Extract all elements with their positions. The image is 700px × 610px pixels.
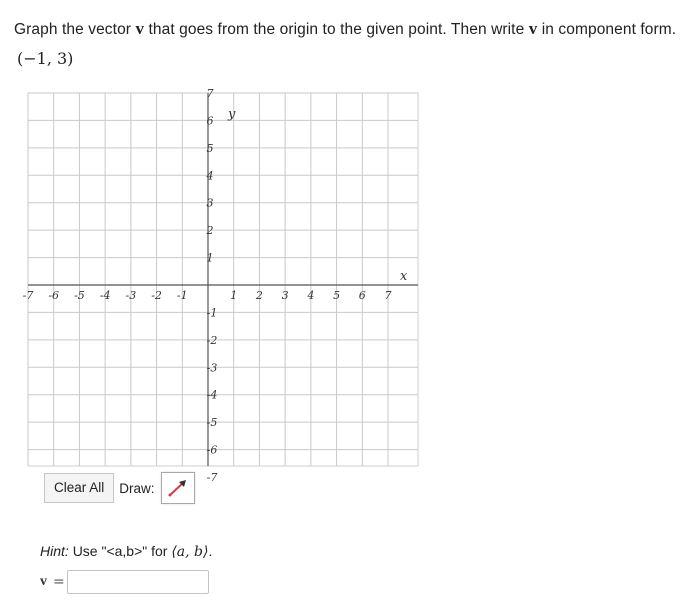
drawing-toolbar: Clear All Draw: [44, 472, 195, 504]
y-tick-label: -5 [207, 416, 218, 429]
y-tick-label: 2 [206, 224, 214, 237]
x-tick-label: 2 [255, 289, 263, 302]
answer-input[interactable] [66, 570, 209, 594]
hint-text: Hint: Use "<a,b>" for ⟨a, b⟩. [40, 543, 212, 560]
hint-body: Use "<a,b>" for [72, 543, 172, 559]
hint-prefix: Hint: [40, 543, 73, 559]
y-tick-label: 7 [207, 87, 214, 100]
x-tick-label: -2 [151, 289, 162, 302]
x-tick-label: -5 [74, 289, 85, 302]
x-tick-label: 7 [385, 289, 392, 302]
y-tick-label: -3 [207, 361, 218, 374]
y-tick-label: 5 [207, 142, 214, 155]
y-axis-label: y [227, 107, 236, 122]
coordinate-grid[interactable]: -7 -6 -5 -4 -3 -2 -1 1 2 3 4 5 6 7 1 2 3 4 5 6 7 -1 -2 -3 -4 -5 -6… [0, 0, 700, 610]
equals-sign: = [53, 574, 65, 590]
y-tick-label: 1 [207, 252, 214, 265]
x-tick-label: -4 [100, 289, 111, 302]
vector-arrow-icon [168, 480, 186, 497]
answer-label: v [40, 574, 47, 589]
y-tick-label: 6 [207, 114, 214, 127]
y-tick-label: 4 [206, 169, 214, 182]
x-tick-label: -7 [23, 289, 34, 302]
x-tick-label: -3 [125, 289, 136, 302]
y-tick-label: -7 [207, 471, 218, 484]
x-tick-label: 4 [306, 289, 314, 302]
y-tick-label: -2 [207, 334, 218, 347]
clear-all-button[interactable]: Clear All [44, 473, 115, 503]
x-tick-label: -6 [48, 289, 59, 302]
vector-draw-tool-button[interactable] [160, 472, 195, 504]
x-tick-label: 5 [333, 289, 340, 302]
x-tick-label: 3 [282, 289, 289, 302]
grid-frame [27, 92, 419, 467]
x-tick-label: 1 [230, 289, 237, 302]
y-tick-label: -4 [207, 389, 218, 402]
hint-suffix: . [208, 543, 213, 559]
answer-row: v = [40, 570, 209, 594]
x-axis-label: x [400, 269, 408, 284]
x-tick-label: -1 [177, 289, 188, 302]
y-tick-label: 3 [207, 197, 214, 210]
grid-lines [27, 92, 419, 467]
y-tick-label: -1 [207, 306, 218, 319]
draw-label: Draw: [119, 480, 155, 496]
hint-math: ⟨a, b⟩ [171, 544, 209, 560]
x-tick-label: 6 [359, 289, 366, 302]
y-tick-label: -6 [207, 444, 218, 457]
graph-wrapper: -7 -6 -5 -4 -3 -2 -1 1 2 3 4 5 6 7 1 2 3 4 5 6 7 -1 -2 -3 -4 -5 -6… [0, 0, 700, 610]
